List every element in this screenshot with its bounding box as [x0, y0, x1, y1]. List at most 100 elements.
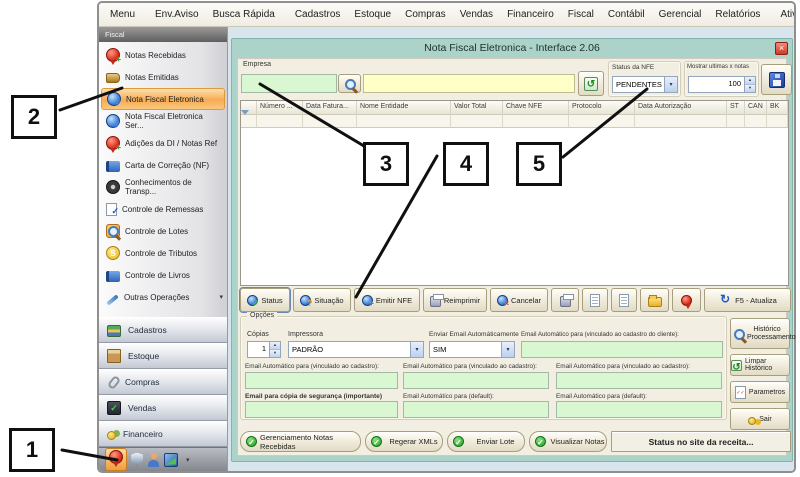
situacao-button[interactable]: Situação: [293, 288, 351, 312]
menu-item-estoque[interactable]: Estoque: [347, 4, 398, 26]
empresa-name-input[interactable]: [363, 74, 575, 93]
spinner-arrows-icon[interactable]: ▲▼: [269, 342, 280, 357]
sidebar-item-controle-livros[interactable]: Controle de Livros: [99, 264, 227, 286]
chevron-down-icon[interactable]: ▾: [186, 456, 190, 464]
copias-spinner[interactable]: 1 ▲▼: [247, 341, 281, 358]
green-check-icon: [371, 436, 382, 447]
menu-item-compras[interactable]: Compras: [398, 4, 453, 26]
email-cliente-input[interactable]: [521, 341, 723, 358]
limpar-historico-button[interactable]: Limpar Histórico: [730, 354, 790, 376]
ribbon-icon: [106, 48, 120, 62]
table-empty-area[interactable]: [241, 128, 788, 285]
cancelar-button[interactable]: Cancelar: [490, 288, 548, 312]
report2-button[interactable]: [611, 288, 637, 312]
close-icon[interactable]: ×: [775, 42, 788, 55]
menu-bar: Menu Env.Aviso Busca Rápida Cadastros Es…: [99, 3, 794, 27]
dropdown-arrow-icon[interactable]: ▾: [410, 342, 423, 357]
column-protocolo[interactable]: Protocolo: [569, 101, 635, 115]
status-button[interactable]: Status: [240, 288, 290, 312]
menu-item-fiscal[interactable]: Fiscal: [561, 4, 601, 26]
book-icon: [106, 161, 120, 172]
sidebar-item-outras-operacoes[interactable]: Outras Operações ▾: [99, 286, 227, 308]
sair-button[interactable]: Sair: [730, 408, 790, 430]
sidebar-item-nota-fiscal-eletronica[interactable]: Nota Fiscal Eletronica: [101, 88, 225, 110]
column-data-autorizacao[interactable]: Data Autorização: [635, 101, 727, 115]
column-nome-entidade[interactable]: Nome Entidade: [357, 101, 451, 115]
menu-item-financeiro[interactable]: Financeiro: [500, 4, 561, 26]
status-nfe-select[interactable]: PENDENTES ▾: [612, 76, 678, 93]
enviar-lote-button[interactable]: Enviar Lote: [447, 431, 525, 452]
email-seguranca-input[interactable]: [245, 401, 398, 418]
column-data-fatura[interactable]: Data Fatura...: [303, 101, 357, 115]
menu-item-busca-rapida[interactable]: Busca Rápida: [206, 4, 282, 26]
empresa-code-input[interactable]: [241, 74, 337, 93]
menu-item-menu[interactable]: Menu: [103, 4, 142, 26]
certificate-button[interactable]: [672, 288, 701, 312]
print-only-button[interactable]: [551, 288, 579, 312]
enviar-email-select[interactable]: SIM ▾: [429, 341, 515, 358]
menu-item-relatorios[interactable]: Relatórios: [708, 4, 767, 26]
menu-item-vendas[interactable]: Vendas: [453, 4, 500, 26]
email-cadastro-label-2: Email Automático para (vinculado ao cada…: [403, 363, 537, 370]
nfe-panel: Nota Fiscal Eletronica - Interface 2.06 …: [231, 38, 793, 462]
globe-icon: [106, 114, 120, 128]
historico-processamento-button[interactable]: Histórico Processamento: [730, 318, 790, 349]
reimprimir-button[interactable]: Reimprimir: [423, 288, 487, 312]
sidebar-item-adicoes-di[interactable]: Adições da DI / Notas Ref: [99, 132, 227, 154]
visualizar-notas-button[interactable]: Visualizar Notas: [529, 431, 607, 452]
emitir-nfe-button[interactable]: Emitir NFE: [354, 288, 420, 312]
dropdown-arrow-icon[interactable]: ▾: [501, 342, 514, 357]
parametros-button[interactable]: Parametros: [730, 381, 790, 403]
f5-atualiza-button[interactable]: ↻F5 - Atualiza: [704, 288, 791, 312]
sidebar-group-financeiro[interactable]: Financeiro: [99, 421, 227, 447]
column-bk[interactable]: BK: [767, 101, 788, 115]
sidebar-item-nota-fiscal-eletronica-ser[interactable]: Nota Fiscal Eletronica Ser...: [99, 110, 227, 132]
menu-item-contabil[interactable]: Contábil: [601, 4, 652, 26]
chart-icon[interactable]: [164, 453, 178, 467]
save-button[interactable]: [761, 64, 792, 95]
person-icon[interactable]: [147, 453, 160, 467]
sidebar-group-vendas[interactable]: Vendas: [99, 395, 227, 421]
folder-button[interactable]: [640, 288, 669, 312]
regerar-xmls-button[interactable]: Regerar XMLs: [365, 431, 443, 452]
report-button[interactable]: [582, 288, 608, 312]
sidebar-group-estoque[interactable]: Estoque: [99, 343, 227, 369]
sidebar-item-conhecimentos-transp[interactable]: Conhecimentos de Transp...: [99, 176, 227, 198]
column-numero[interactable]: Número ...: [257, 101, 303, 115]
spinner-arrows-icon[interactable]: ▲▼: [744, 77, 755, 92]
column-st[interactable]: ST: [727, 101, 745, 115]
email-cadastro-input-2[interactable]: [403, 372, 549, 389]
email-default-input-1[interactable]: [403, 401, 549, 418]
impressora-select[interactable]: PADRÃO ▾: [288, 341, 424, 358]
column-can[interactable]: CAN: [745, 101, 767, 115]
sidebar-item-notas-recebidas[interactable]: Notas Recebidas: [99, 44, 227, 66]
sidebar-group-compras[interactable]: Compras: [99, 369, 227, 395]
sidebar-item-notas-emitidas[interactable]: Notas Emitidas: [99, 66, 227, 88]
annotation-box-2: 2: [11, 95, 57, 139]
sidebar-item-controle-remessas[interactable]: Controle de Remessas: [99, 198, 227, 220]
fiscal-tab-button[interactable]: [105, 448, 127, 471]
menu-item-env-aviso[interactable]: Env.Aviso: [148, 4, 206, 26]
menu-item-ativ-empresa[interactable]: Ativ.Empresa: [773, 4, 796, 26]
dropdown-arrow-icon[interactable]: ▾: [664, 77, 677, 92]
green-check-icon: [246, 436, 257, 447]
shield-icon[interactable]: [131, 453, 143, 467]
wheel-icon: [106, 180, 120, 194]
column-chave-nfe[interactable]: Chave NFE: [503, 101, 569, 115]
column-valor-total[interactable]: Valor Total: [451, 101, 503, 115]
menu-item-cadastros[interactable]: Cadastros: [288, 4, 348, 26]
gerenciamento-notas-button[interactable]: Gerenciamento Notas Recebidas: [240, 431, 361, 452]
sidebar-item-carta-correcao[interactable]: Carta de Correção (NF): [99, 154, 227, 176]
status-receita-button[interactable]: Status no site da receita...: [611, 431, 791, 452]
mostrar-spinner[interactable]: 100 ▲▼: [688, 76, 756, 93]
email-default-input-2[interactable]: [556, 401, 722, 418]
sidebar-item-controle-lotes[interactable]: Controle de Lotes: [99, 220, 227, 242]
empresa-search-button[interactable]: [338, 74, 361, 93]
clear-button[interactable]: [578, 71, 604, 96]
email-cadastro-input-1[interactable]: [245, 372, 398, 389]
sidebar-group-cadastros[interactable]: Cadastros: [99, 317, 227, 343]
sidebar-item-controle-tributos[interactable]: Controle de Tributos: [99, 242, 227, 264]
menu-item-gerencial[interactable]: Gerencial: [652, 4, 709, 26]
filter-cell[interactable]: [241, 115, 257, 128]
email-cadastro-input-3[interactable]: [556, 372, 722, 389]
